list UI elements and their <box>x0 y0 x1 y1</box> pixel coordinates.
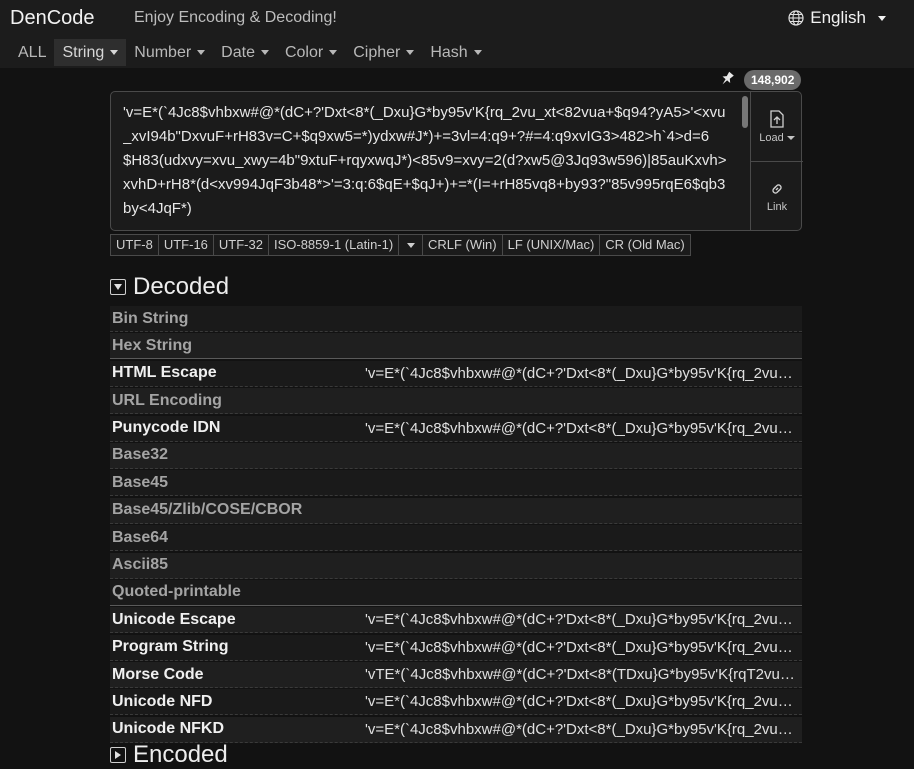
nav-item-label: ALL <box>18 44 47 61</box>
load-label: Load <box>759 131 784 144</box>
decoded-row: Bin String <box>110 306 802 332</box>
nav-item-label: Number <box>134 44 192 61</box>
nav-item-color[interactable]: Color <box>277 39 345 66</box>
language-label: English <box>810 8 866 27</box>
decoded-row[interactable]: Unicode NFD 'v=E*(`4Jc8$vhbxw#@*(dC+?'Dxt… <box>110 689 802 716</box>
row-label: Unicode NFD <box>112 692 213 710</box>
line-break-group: CRLF (Win) LF (UNIX/Mac) CR (Old Mac) <box>422 234 691 256</box>
charset-button[interactable]: UTF-8 <box>110 234 159 256</box>
row-value[interactable]: 'v=E*(`4Jc8$vhbxw#@*(dC+?'Dxt<8*(_Dxu}G*… <box>362 365 799 382</box>
row-label: Ascii85 <box>112 556 169 574</box>
decoded-row[interactable]: Unicode NFKD 'v=E*(`4Jc8$vhbxw#@*(dC+?'Dx… <box>110 716 802 743</box>
row-label: Base32 <box>112 446 169 464</box>
link-button[interactable]: Link <box>751 161 803 231</box>
nav-item-label: Hash <box>430 44 468 61</box>
nav-item-label: Date <box>221 44 255 61</box>
row-value[interactable]: 'v=E*(`4Jc8$vhbxw#@*(dC+?'Dxt<8*(_Dxu}G*… <box>362 693 799 710</box>
decoded-row[interactable]: Punycode IDN 'v=E*(`4Jc8$vhbxw#@*(dC+?'Dx… <box>110 415 802 442</box>
line-break-button[interactable]: LF (UNIX/Mac) <box>501 234 601 256</box>
globe-icon <box>788 10 804 26</box>
row-label: URL Encoding <box>112 391 222 409</box>
collapse-toggle-icon[interactable] <box>110 279 126 295</box>
decoded-row[interactable]: HTML Escape 'v=E*(`4Jc8$vhbxw#@*(dC+?'Dxt… <box>110 360 802 387</box>
expand-toggle-icon[interactable] <box>110 747 126 763</box>
nav-item-all[interactable]: ALL <box>10 39 54 66</box>
row-label: Base45/Zlib/COSE/CBOR <box>112 501 303 519</box>
link-icon <box>772 183 782 194</box>
row-label: Quoted-printable <box>112 583 241 601</box>
chevron-down-icon <box>406 50 415 56</box>
row-label: Morse Code <box>112 665 204 683</box>
line-break-button[interactable]: CRLF (Win) <box>422 234 503 256</box>
decoded-row: Base64 <box>110 525 802 552</box>
row-value[interactable]: 'vTE*(`4Jc8$vhbxw#@*(dC+?'Dxt<8*(TDxu}G*… <box>362 666 799 683</box>
row-label: Base45 <box>112 473 169 491</box>
nav-item-string[interactable]: String <box>54 39 127 66</box>
decoded-row: Quoted-printable <box>110 579 802 606</box>
editor-scrollbar[interactable] <box>741 94 749 224</box>
tagline: Enjoy Encoding & Decoding! <box>134 9 337 26</box>
chevron-down-icon <box>197 50 206 56</box>
row-label: HTML Escape <box>112 364 217 382</box>
brand-logo[interactable]: DenCode <box>10 7 95 30</box>
charset-more-dropdown[interactable] <box>398 234 425 256</box>
row-value[interactable]: 'v=E*(`4Jc8$vhbxw#@*(dC+?'Dxt<8*(_Dxu}G*… <box>362 639 799 656</box>
charset-button[interactable]: UTF-16 <box>157 234 214 256</box>
chevron-down-icon <box>407 243 416 249</box>
editor-side-buttons: Load Link <box>750 92 803 230</box>
chevron-down-icon <box>786 135 795 140</box>
row-label: Program String <box>112 638 229 656</box>
decoded-row: URL Encoding <box>110 388 802 415</box>
nav-item-hash[interactable]: Hash <box>422 39 489 66</box>
link-label: Link <box>766 200 788 213</box>
scrollbar-thumb[interactable] <box>742 96 748 128</box>
decoded-row: Base45/Zlib/COSE/CBOR <box>110 497 802 524</box>
decoded-title: Decoded <box>133 273 230 300</box>
nav-item-label: Cipher <box>353 44 401 61</box>
decoded-row: Ascii85 <box>110 552 802 579</box>
input-editor[interactable]: 'v=E*(`4Jc8$vhbxw#@*(dC+?'Dxt<8*(_Dxu}G*… <box>110 91 803 231</box>
decoded-row[interactable]: Program String 'v=E*(`4Jc8$vhbxw#@*(dC+?'… <box>110 634 802 661</box>
row-label: Unicode NFKD <box>112 720 224 738</box>
decoded-row: Base45 <box>110 470 802 497</box>
nav-item-date[interactable]: Date <box>213 39 277 66</box>
input-textarea[interactable]: 'v=E*(`4Jc8$vhbxw#@*(dC+?'Dxt<8*(_Dxu}G*… <box>123 101 727 229</box>
language-selector[interactable]: English <box>788 8 886 28</box>
charset-button[interactable]: ISO-8859-1 (Latin-1) <box>267 234 400 256</box>
encoded-title: Encoded <box>133 741 228 768</box>
decoded-row[interactable]: Unicode Escape 'v=E*(`4Jc8$vhbxw#@*(dC+?'… <box>110 607 802 634</box>
nav-item-label: Color <box>284 44 324 61</box>
chevron-down-icon <box>110 50 119 56</box>
top-navbar: DenCode Enjoy Encoding & Decoding! Engli… <box>0 0 914 68</box>
charset-button[interactable]: UTF-32 <box>212 234 269 256</box>
pin-icon[interactable] <box>718 70 736 88</box>
chevron-down-icon <box>329 50 338 56</box>
load-button[interactable]: Load <box>751 92 803 161</box>
line-break-button[interactable]: CR (Old Mac) <box>599 234 691 256</box>
nav-item-number[interactable]: Number <box>126 39 213 66</box>
row-label: Bin String <box>112 309 189 327</box>
chevron-down-icon <box>473 50 482 56</box>
chevron-down-icon <box>878 15 886 21</box>
category-nav: ALL String Number Date Color Cipher Hash <box>10 39 490 66</box>
upload-file-icon <box>770 109 784 128</box>
decoded-section-header[interactable]: Decoded <box>110 273 229 301</box>
row-label: Unicode Escape <box>112 610 236 628</box>
charset-group: UTF-8 UTF-16 UTF-32 ISO-8859-1 (Latin-1) <box>110 234 425 256</box>
nav-item-cipher[interactable]: Cipher <box>345 39 422 66</box>
row-label: Punycode IDN <box>112 419 221 437</box>
decoded-row: Hex String <box>110 333 802 360</box>
decoded-row: Base32 <box>110 442 802 469</box>
decoded-row[interactable]: Morse Code 'vTE*(`4Jc8$vhbxw#@*(dC+?'Dxt<… <box>110 662 802 689</box>
row-value[interactable]: 'v=E*(`4Jc8$vhbxw#@*(dC+?'Dxt<8*(_Dxu}G*… <box>362 611 799 628</box>
row-value[interactable]: 'v=E*(`4Jc8$vhbxw#@*(dC+?'Dxt<8*(_Dxu}G*… <box>362 420 799 437</box>
chevron-down-icon <box>260 50 269 56</box>
nav-item-label: String <box>62 44 105 61</box>
row-label: Base64 <box>112 528 169 546</box>
row-label: Hex String <box>112 336 193 354</box>
char-count-badge: 148,902 <box>744 70 802 90</box>
encoded-section-header[interactable]: Encoded <box>110 741 228 769</box>
decoded-table: Bin String Hex String HTML Escape 'v=E*(`4J… <box>110 306 802 744</box>
row-value[interactable]: 'v=E*(`4Jc8$vhbxw#@*(dC+?'Dxt<8*(_Dxu}G*… <box>362 721 799 738</box>
